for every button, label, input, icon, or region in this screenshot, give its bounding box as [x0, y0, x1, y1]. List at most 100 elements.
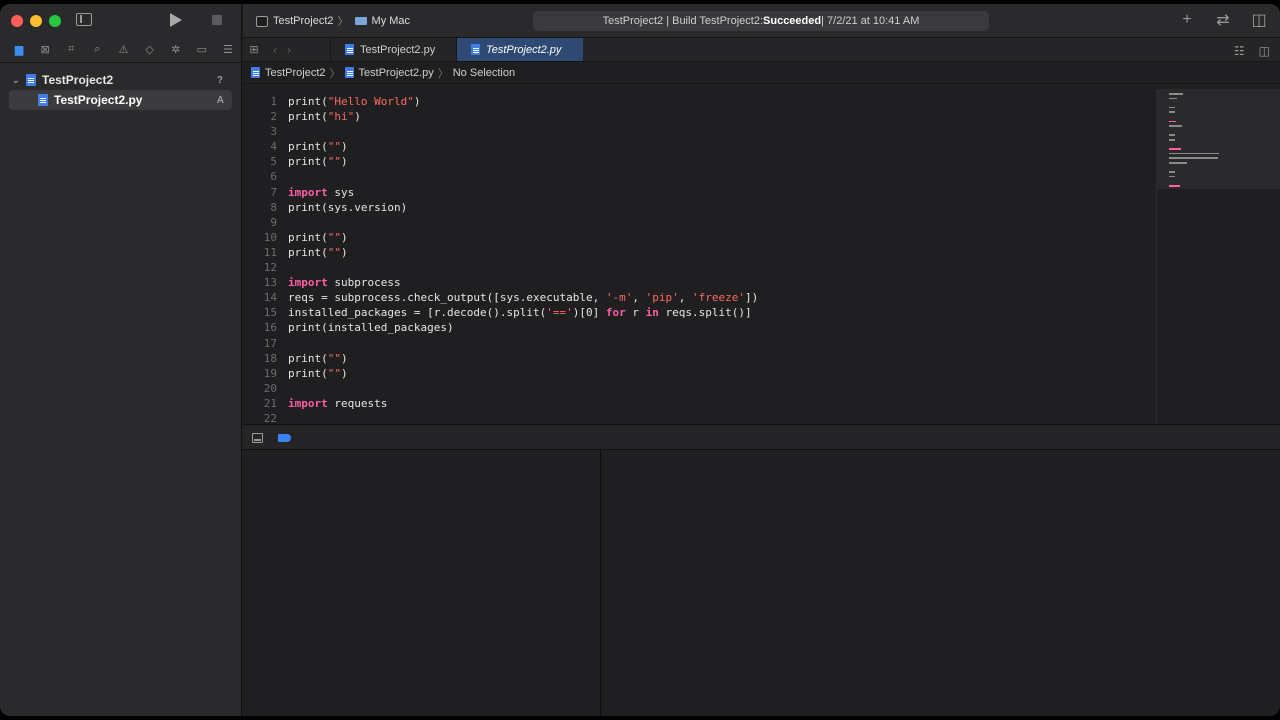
split-editor-icon[interactable]: ◫ [1259, 44, 1270, 58]
xcode-window: ▆ ⊠ ⌗ ⌕ ⚠ ◇ ✲ ▭ ☰ ⌄ TestProject2 ? TestP… [0, 4, 1280, 716]
python-file-icon [38, 94, 48, 106]
line-number: 5 [270, 155, 277, 169]
hide-debug-area-icon[interactable] [252, 433, 263, 443]
sidebar-toggle-icon[interactable] [76, 13, 92, 26]
python-file-icon [471, 44, 480, 55]
debug-area [243, 450, 1280, 716]
minimap-line [1169, 139, 1176, 141]
related-items-grid-icon[interactable]: ⊞ [243, 38, 265, 61]
symbol-navigator-icon[interactable]: ⌗ [58, 39, 84, 61]
code-line[interactable]: ​ [288, 381, 758, 396]
history-navigation: ‹ › [265, 38, 330, 61]
code-line[interactable]: reqs = subprocess.check_output([sys.exec… [288, 290, 758, 305]
code-line[interactable]: print("hi") [288, 109, 758, 124]
minimap-line [1169, 106, 1176, 109]
minimap-line [1169, 185, 1180, 187]
code-line[interactable]: print("") [288, 139, 758, 154]
project-status-badge: ? [216, 74, 223, 86]
code-line[interactable]: ​ [288, 124, 758, 139]
scheme-selector[interactable]: TestProject2 〉 My Mac [256, 13, 410, 29]
code-line[interactable]: import requests [288, 396, 758, 411]
code-line[interactable]: ​ [288, 215, 758, 230]
code-line[interactable]: print(installed_packages) [288, 320, 758, 335]
project-file-icon [251, 67, 260, 78]
run-icon[interactable] [170, 13, 182, 27]
search-icon[interactable]: ⌕ [84, 39, 110, 61]
report-icon[interactable]: ☰ [215, 39, 241, 61]
code-line[interactable]: ​ [288, 336, 758, 351]
activity-prefix: TestProject2 | Build TestProject2: [602, 15, 764, 27]
tree-item-file[interactable]: TestProject2.py A [9, 90, 232, 110]
add-icon[interactable]: + [1178, 10, 1196, 30]
project-name: TestProject2 [42, 73, 114, 87]
tab-label: TestProject2.py [486, 43, 562, 56]
build-status: Succeeded [763, 15, 822, 27]
code-line[interactable]: print("") [288, 351, 758, 366]
debug-spray-icon[interactable]: ✲ [163, 39, 189, 61]
mac-icon [354, 17, 367, 25]
line-number: 9 [270, 215, 277, 229]
inspector-toggle-icon[interactable]: ◫ [1250, 10, 1268, 30]
code-line[interactable]: print("") [288, 245, 758, 260]
minimize-window-button[interactable] [30, 15, 42, 27]
chevron-right-icon: 〉 [329, 67, 341, 80]
window-toolbar: TestProject2 〉 My Mac TestProject2 | Bui… [243, 4, 1280, 37]
editor-options-icon[interactable]: ☷ [1234, 44, 1245, 58]
jump-bar: TestProject2 〉 TestProject2.py 〉 No Sele… [243, 62, 1280, 84]
disclosure-triangle-icon[interactable]: ⌄ [12, 75, 22, 86]
line-number: 21 [263, 396, 277, 410]
tab-testproject2-py-preview[interactable]: TestProject2.py [456, 38, 583, 61]
main-area: TestProject2 〉 My Mac TestProject2 | Bui… [243, 4, 1280, 716]
breakpoints-toggle-icon[interactable] [278, 434, 291, 442]
minimap-line [1169, 125, 1182, 127]
debug-bar [243, 424, 1280, 450]
line-number: 16 [263, 321, 277, 335]
code-line[interactable]: print("") [288, 154, 758, 169]
tree-item-project[interactable]: ⌄ TestProject2 ? [0, 70, 241, 90]
minimap-line [1169, 148, 1181, 150]
code-line[interactable]: print("Hello World") [288, 94, 758, 109]
minimap-line [1169, 134, 1176, 136]
close-window-button[interactable] [11, 15, 23, 27]
jumpbar-project[interactable]: TestProject2 [265, 67, 326, 79]
minimap[interactable] [1156, 89, 1280, 424]
jumpbar-selection[interactable]: No Selection [453, 67, 515, 79]
destination-name: My Mac [371, 15, 411, 27]
line-number: 12 [263, 261, 277, 275]
code-line[interactable]: ​ [288, 260, 758, 275]
folder-icon[interactable]: ▆ [6, 39, 32, 61]
minimap-visible-region[interactable] [1157, 89, 1280, 189]
navigator-sidebar: ▆ ⊠ ⌗ ⌕ ⚠ ◇ ✲ ▭ ☰ ⌄ TestProject2 ? TestP… [0, 4, 242, 716]
source-control-icon[interactable]: ⊠ [32, 39, 58, 61]
stop-icon[interactable] [212, 15, 222, 25]
minimap-line [1169, 97, 1177, 100]
variables-view[interactable] [243, 450, 601, 716]
code-line[interactable]: print("") [288, 230, 758, 245]
code-line[interactable]: print(sys.version) [288, 200, 758, 215]
tab-label: TestProject2.py [360, 43, 436, 56]
zoom-window-button[interactable] [49, 15, 61, 27]
forward-arrow-icon[interactable]: › [287, 43, 291, 57]
activity-viewer[interactable]: TestProject2 | Build TestProject2: Succe… [533, 11, 989, 31]
code-review-arrows-icon[interactable]: ⇄ [1214, 10, 1232, 30]
jumpbar-file[interactable]: TestProject2.py [359, 67, 434, 79]
code-line[interactable]: import sys [288, 185, 758, 200]
minimap-line [1169, 157, 1218, 159]
python-file-icon [344, 67, 354, 78]
app-scheme-icon [256, 15, 268, 27]
code-line[interactable]: import subprocess [288, 275, 758, 290]
line-number: 20 [263, 381, 277, 395]
code-text[interactable]: print("Hello World")print("hi")​print(""… [288, 94, 758, 426]
test-diamond-icon[interactable]: ◇ [137, 39, 163, 61]
tab-testproject2-py[interactable]: TestProject2.py [330, 38, 456, 61]
code-line[interactable]: print("") [288, 366, 758, 381]
minimap-line [1169, 162, 1187, 164]
line-number-gutter: 1 2 3 4 5 6 7 8 9 10 11 12 13 14 15 16 17 18 19 20 21 22 [243, 94, 277, 426]
breakpoint-tag-icon[interactable]: ▭ [189, 39, 215, 61]
code-line[interactable]: ​ [288, 169, 758, 184]
warning-icon[interactable]: ⚠ [110, 39, 136, 61]
source-editor[interactable]: 1 2 3 4 5 6 7 8 9 10 11 12 13 14 15 16 17 18 19 20 21 22 prin… [243, 89, 1280, 426]
code-line[interactable]: installed_packages = [r.decode().split('… [288, 305, 758, 320]
line-number: 4 [270, 140, 277, 154]
back-arrow-icon[interactable]: ‹ [273, 43, 277, 57]
